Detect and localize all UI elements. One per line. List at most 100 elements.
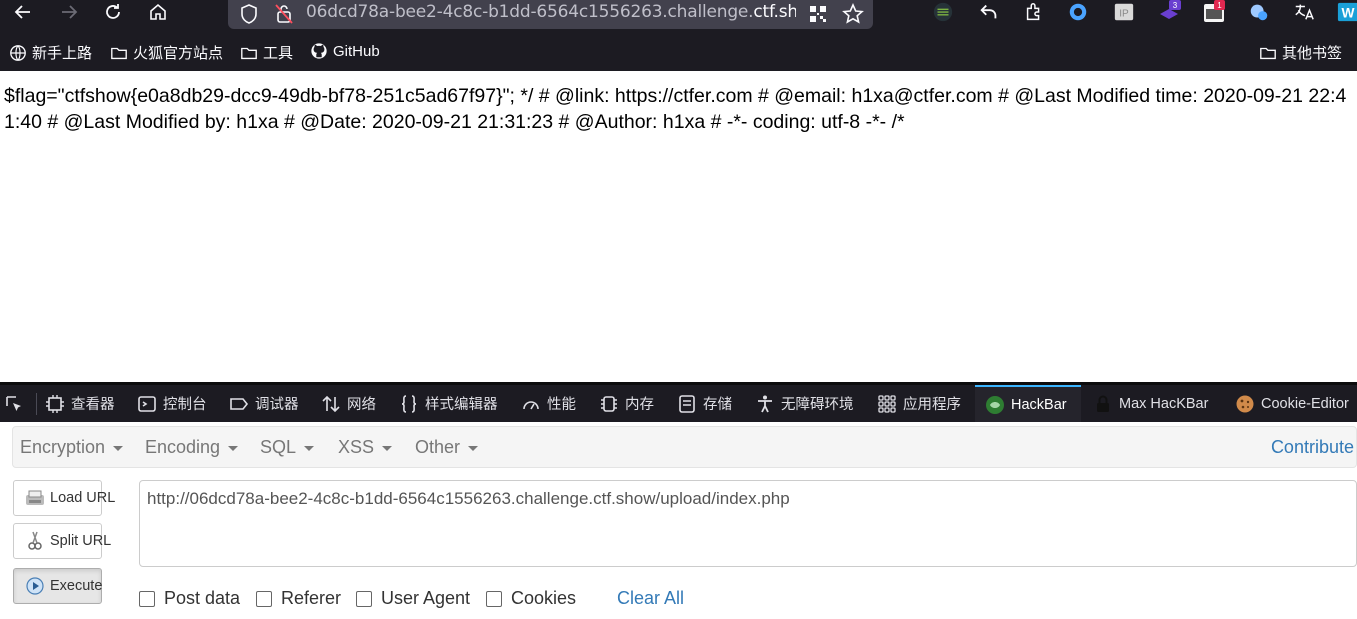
- navigation-toolbar: 06dcd78a-bee2-4c8c-b1dd-6564c1556263.cha…: [0, 0, 1357, 31]
- bookmark-firefox-official[interactable]: 火狐官方站点: [110, 42, 223, 63]
- checkbox-box[interactable]: [139, 590, 155, 607]
- checkbox-box[interactable]: [486, 590, 502, 607]
- menu-label: Encoding: [145, 437, 221, 457]
- tab-performance[interactable]: 性能: [521, 385, 576, 422]
- ext-ip-icon[interactable]: IP: [1112, 0, 1136, 24]
- bookmark-getting-started[interactable]: 新手上路: [9, 42, 92, 63]
- lock-icon: [1097, 395, 1109, 412]
- menu-label: XSS: [338, 437, 375, 457]
- console-icon: [138, 395, 156, 412]
- tab-storage[interactable]: 存储: [677, 385, 732, 422]
- cookie-icon: [1236, 395, 1254, 412]
- tab-max-hackbar[interactable]: Max HacKBar: [1093, 385, 1208, 422]
- tab-label: 网络: [347, 397, 376, 413]
- svg-text:IP: IP: [1119, 9, 1129, 20]
- browser-chrome: 06dcd78a-bee2-4c8c-b1dd-6564c1556263.cha…: [0, 0, 1357, 71]
- ext-red-icon[interactable]: 1: [1202, 0, 1226, 24]
- ext-w-icon[interactable]: W: [1336, 0, 1357, 24]
- svg-text:1: 1: [1217, 1, 1222, 10]
- ext-circle-icon[interactable]: [1066, 0, 1090, 24]
- reload-button[interactable]: [98, 0, 128, 24]
- picker-icon: [6, 395, 21, 411]
- debugger-icon: [230, 397, 249, 410]
- tab-inspector[interactable]: 查看器: [45, 385, 115, 422]
- element-picker-button[interactable]: [4, 385, 24, 422]
- menu-label: Other: [415, 437, 461, 457]
- hackbar-menu-bar: Encryption Encoding SQL XSS Other Contri…: [12, 426, 1357, 468]
- globe-icon: [10, 44, 26, 61]
- split-url-button[interactable]: Split URL: [13, 523, 111, 559]
- ext-globe-icon[interactable]: [1247, 0, 1271, 24]
- tab-label: 应用程序: [903, 397, 961, 413]
- page-content: $flag="ctfshow{e0a8db29-dcc9-49db-bf78-2…: [0, 71, 1357, 382]
- contribute-link[interactable]: Contribute: [1271, 437, 1354, 458]
- tab-label: 样式编辑器: [425, 397, 498, 413]
- checkbox-label: Referer: [281, 588, 342, 608]
- other-bookmarks[interactable]: 其他书签: [1259, 42, 1342, 63]
- performance-icon: [523, 400, 539, 409]
- load-url-button[interactable]: Load URL: [13, 480, 115, 516]
- tab-style-editor[interactable]: 样式编辑器: [399, 385, 498, 422]
- caret-down-icon: [468, 446, 479, 451]
- checkbox-box[interactable]: [356, 590, 372, 607]
- tab-debugger[interactable]: 调试器: [229, 385, 299, 422]
- ext-translate-icon[interactable]: [1292, 0, 1316, 24]
- bookmark-label: 新手上路: [32, 45, 93, 62]
- execute-button[interactable]: Execute: [13, 568, 102, 604]
- menu-sql[interactable]: SQL: [260, 437, 315, 458]
- bookmark-star-icon[interactable]: [842, 3, 864, 25]
- ext-puzzle-icon[interactable]: [1022, 0, 1046, 24]
- address-bar[interactable]: 06dcd78a-bee2-4c8c-b1dd-6564c1556263.cha…: [228, 0, 873, 29]
- home-button[interactable]: [143, 0, 173, 24]
- bookmark-tools[interactable]: 工具: [240, 42, 293, 63]
- checkbox-label: Post data: [164, 588, 241, 608]
- checkbox-label: Cookies: [511, 588, 577, 608]
- svg-text:3: 3: [1173, 1, 1178, 10]
- github-icon: [311, 43, 327, 59]
- other-bookmarks-label: 其他书签: [1282, 45, 1343, 62]
- menu-encoding[interactable]: Encoding: [145, 437, 239, 458]
- page-source-text: $flag="ctfshow{e0a8db29-dcc9-49db-bf78-2…: [4, 85, 1347, 133]
- forward-button[interactable]: [54, 0, 84, 24]
- ext-lines-icon[interactable]: [931, 0, 955, 24]
- tab-memory[interactable]: 内存: [599, 385, 654, 422]
- back-button[interactable]: [8, 0, 38, 24]
- tab-network[interactable]: 网络: [321, 385, 376, 422]
- tab-cookie-editor[interactable]: Cookie-Editor: [1235, 385, 1349, 422]
- tab-accessibility[interactable]: 无障碍环境: [755, 385, 854, 422]
- tab-label: HackBar: [1011, 396, 1067, 413]
- style-editor-icon: [401, 394, 417, 413]
- button-label: Execute: [50, 578, 103, 594]
- user-agent-checkbox[interactable]: User Agent: [356, 588, 470, 609]
- folder-icon: [111, 47, 127, 59]
- tab-label: Cookie-Editor: [1261, 395, 1349, 412]
- url-textarea[interactable]: http://06dcd78a-bee2-4c8c-b1dd-6564c1556…: [139, 480, 1357, 567]
- tab-label: 无障碍环境: [781, 397, 854, 413]
- menu-other[interactable]: Other: [415, 437, 479, 458]
- storage-icon: [679, 394, 695, 413]
- referer-checkbox[interactable]: Referer: [256, 588, 341, 609]
- folder-icon: [241, 47, 257, 59]
- tab-console[interactable]: 控制台: [137, 385, 207, 422]
- tab-hackbar[interactable]: HackBar: [975, 385, 1081, 422]
- insecure-lock-icon: [275, 4, 293, 24]
- clear-all-link[interactable]: Clear All: [617, 588, 684, 609]
- inspector-icon: [46, 394, 64, 413]
- post-data-checkbox[interactable]: Post data: [139, 588, 240, 609]
- tab-application[interactable]: 应用程序: [877, 385, 961, 422]
- ext-badge-icon[interactable]: 3: [1157, 0, 1181, 24]
- tab-separator: [36, 393, 37, 415]
- menu-xss[interactable]: XSS: [338, 437, 393, 458]
- cookies-checkbox[interactable]: Cookies: [486, 588, 576, 609]
- network-icon: [322, 395, 340, 412]
- accessibility-icon: [758, 395, 772, 412]
- tab-label: 存储: [703, 397, 732, 413]
- checkbox-box[interactable]: [256, 590, 272, 607]
- bookmark-label: 火狐官方站点: [133, 45, 224, 62]
- qr-code-icon[interactable]: [808, 4, 828, 24]
- url-text[interactable]: 06dcd78a-bee2-4c8c-b1dd-6564c1556263.cha…: [306, 2, 796, 22]
- ext-undo-icon[interactable]: [977, 0, 1001, 24]
- bookmark-github[interactable]: GitHub: [310, 42, 380, 60]
- menu-encryption[interactable]: Encryption: [20, 437, 124, 458]
- home-icon: [150, 3, 166, 20]
